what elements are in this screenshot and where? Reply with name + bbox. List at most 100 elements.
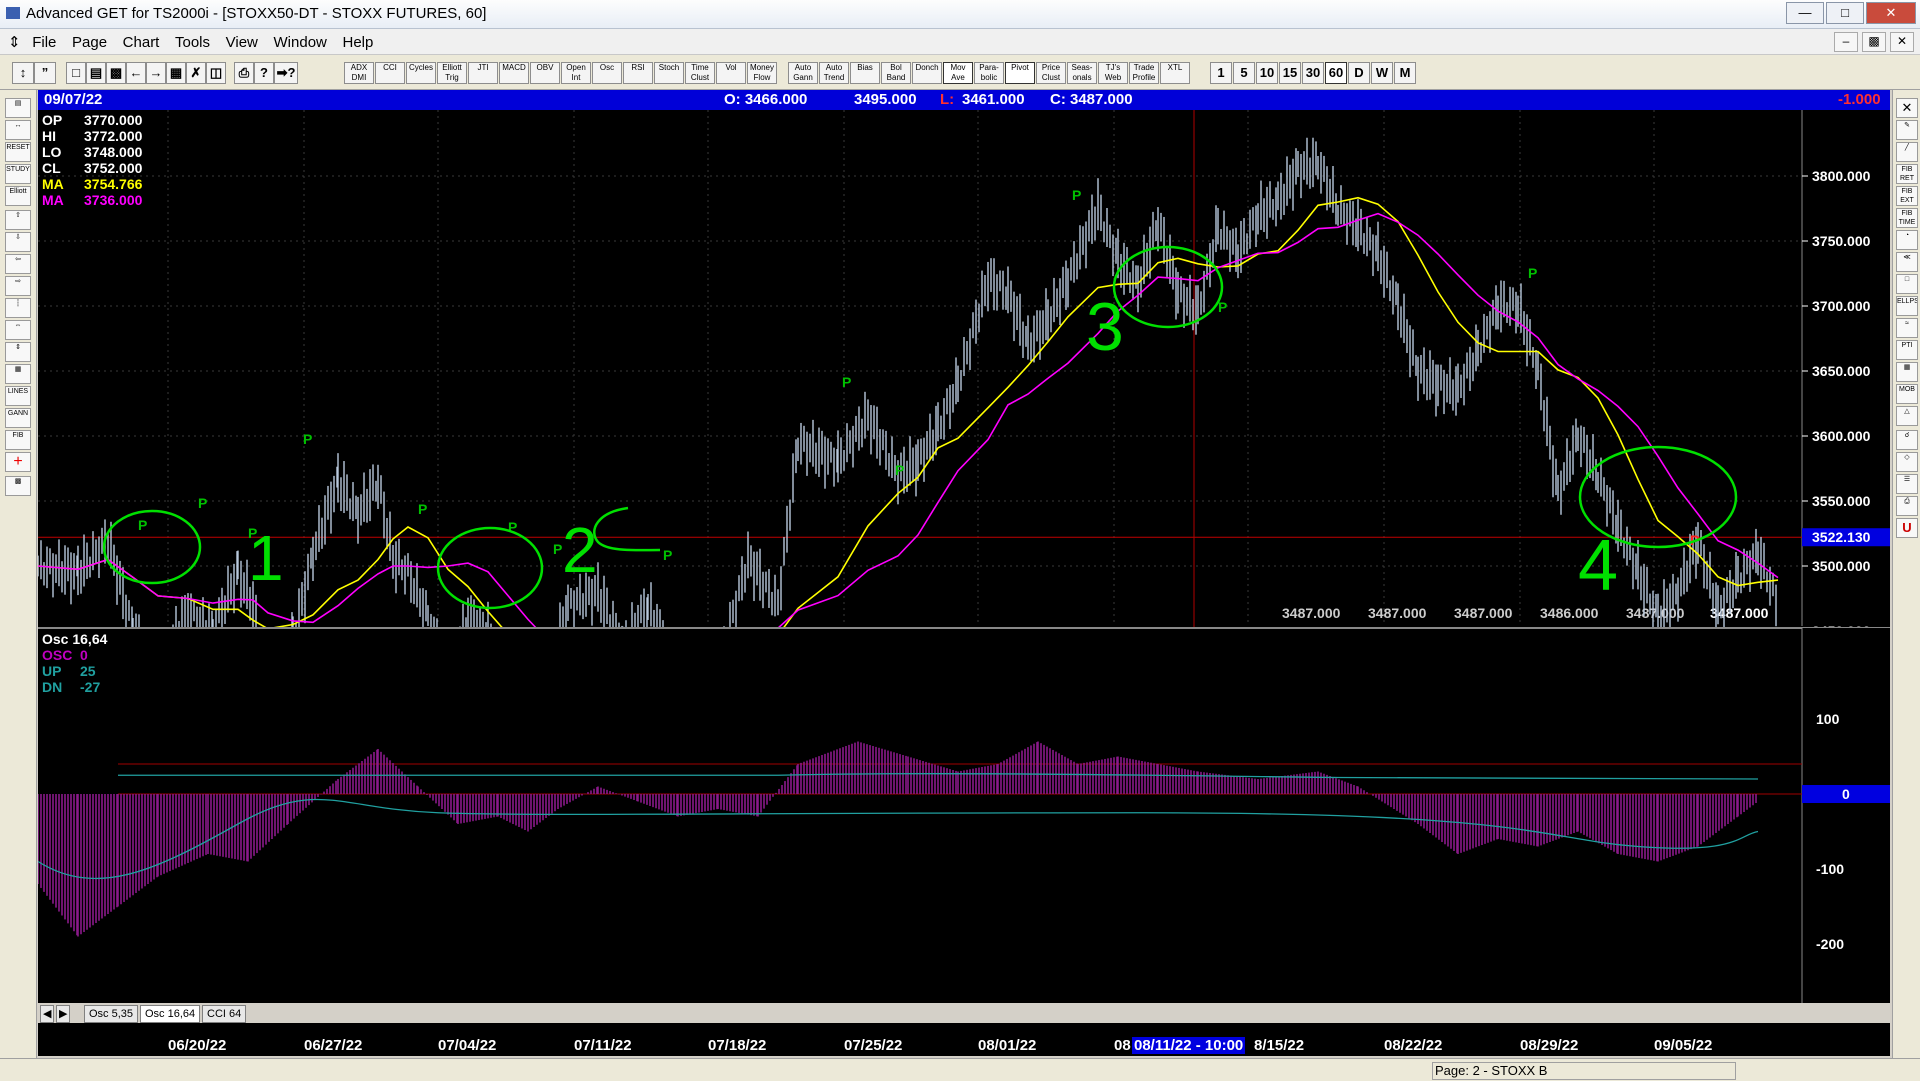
- oscillator-panel[interactable]: [38, 628, 1890, 1022]
- pti-icon[interactable]: PTI: [1896, 340, 1918, 360]
- tag-icon[interactable]: ◇: [1896, 452, 1918, 472]
- overlay-button[interactable]: Trade Profile: [1129, 62, 1159, 84]
- study-icon[interactable]: STUDY: [5, 164, 31, 184]
- overlay-button[interactable]: Bol Band: [881, 62, 911, 84]
- new-page-button[interactable]: □: [66, 62, 86, 84]
- palette-icon[interactable]: ▩: [5, 476, 31, 496]
- elliott-icon[interactable]: Elliott: [5, 186, 31, 206]
- menu-file[interactable]: File: [26, 30, 62, 55]
- overlay-button[interactable]: Price Clust: [1036, 62, 1066, 84]
- tab-cci-64[interactable]: CCI 64: [202, 1005, 247, 1023]
- tab-scroll-left-icon[interactable]: ◀: [40, 1005, 54, 1023]
- menu-page[interactable]: Page: [66, 30, 113, 55]
- layout-button[interactable]: ◫: [206, 62, 226, 84]
- indicator-button[interactable]: Osc: [592, 62, 622, 84]
- fib-time-icon[interactable]: FIB TIME: [1896, 208, 1918, 228]
- gann-icon[interactable]: GANN: [5, 408, 31, 428]
- interval-button[interactable]: M: [1394, 62, 1416, 84]
- indicator-button[interactable]: JTI: [468, 62, 498, 84]
- lines-icon[interactable]: LINES: [5, 386, 31, 406]
- interval-button[interactable]: 60: [1325, 62, 1347, 84]
- forward-button[interactable]: →: [146, 62, 166, 84]
- mob-icon[interactable]: MOB: [1896, 384, 1918, 404]
- menu-help[interactable]: Help: [337, 30, 380, 55]
- indicator-button[interactable]: RSI: [623, 62, 653, 84]
- cut-button[interactable]: ✗: [186, 62, 206, 84]
- menu-view[interactable]: View: [220, 30, 264, 55]
- wave-icon[interactable]: ≈: [1896, 318, 1918, 338]
- tab-scroll-right-icon[interactable]: ▶: [56, 1005, 70, 1023]
- fan-icon[interactable]: ≪: [1896, 252, 1918, 272]
- overlay-button[interactable]: Mov Ave: [943, 62, 973, 84]
- magnifier-icon[interactable]: ☌: [1896, 430, 1918, 450]
- grid-icon[interactable]: ▦: [5, 364, 31, 384]
- ellipse-icon[interactable]: ELLPS: [1896, 296, 1918, 316]
- indicator-button[interactable]: Cycles: [406, 62, 436, 84]
- overlay-button[interactable]: Para- bolic: [974, 62, 1004, 84]
- indicator-button[interactable]: Time Clust: [685, 62, 715, 84]
- menu-window[interactable]: Window: [268, 30, 333, 55]
- tab-osc-16-64[interactable]: Osc 16,64: [140, 1005, 201, 1023]
- arrow-up-icon[interactable]: ⇧: [5, 210, 31, 230]
- pointer-tool-button[interactable]: ↕: [12, 62, 34, 84]
- interval-button[interactable]: D: [1348, 62, 1370, 84]
- grid-button[interactable]: ▦: [166, 62, 186, 84]
- overlay-button[interactable]: Seas- onals: [1067, 62, 1097, 84]
- close-tool-icon[interactable]: ✕: [1896, 98, 1918, 118]
- menu-chart[interactable]: Chart: [117, 30, 166, 55]
- maximize-button[interactable]: □: [1826, 2, 1864, 24]
- fib-ext-icon[interactable]: FIB EXT: [1896, 186, 1918, 206]
- interval-button[interactable]: 5: [1233, 62, 1255, 84]
- overlay-button[interactable]: Pivot: [1005, 62, 1035, 84]
- open-button[interactable]: ▤: [86, 62, 106, 84]
- arrow-down-icon[interactable]: ⇩: [5, 232, 31, 252]
- save-button[interactable]: ▩: [106, 62, 126, 84]
- arc-icon[interactable]: ◔: [1896, 230, 1918, 250]
- mdi-minimize-button[interactable]: –: [1834, 32, 1858, 52]
- overlay-button[interactable]: XTL: [1160, 62, 1190, 84]
- back-button[interactable]: ←: [126, 62, 146, 84]
- overlay-button[interactable]: Auto Trend: [819, 62, 849, 84]
- menu-tools[interactable]: Tools: [169, 30, 216, 55]
- interval-button[interactable]: W: [1371, 62, 1393, 84]
- u-icon[interactable]: U: [1896, 518, 1918, 538]
- close-button[interactable]: ✕: [1866, 2, 1916, 24]
- interval-button[interactable]: 1: [1210, 62, 1232, 84]
- zoom-tool-icon[interactable]: ↔: [5, 120, 31, 140]
- table-icon[interactable]: ▦: [1896, 362, 1918, 382]
- overlay-button[interactable]: Bias: [850, 62, 880, 84]
- arrow-right-icon[interactable]: ⇨: [5, 276, 31, 296]
- quote-tool-button[interactable]: ”: [34, 62, 56, 84]
- indicator-button[interactable]: CCI: [375, 62, 405, 84]
- reset-icon[interactable]: RESET: [5, 142, 31, 162]
- overlay-button[interactable]: Donch: [912, 62, 942, 84]
- triangle-icon[interactable]: △: [1896, 406, 1918, 426]
- indicator-button[interactable]: ADX DMI: [344, 62, 374, 84]
- mdi-restore-button[interactable]: ▩: [1862, 32, 1886, 52]
- arrow-left-icon[interactable]: ⇦: [5, 254, 31, 274]
- indicator-button[interactable]: MACD: [499, 62, 529, 84]
- overlay-button[interactable]: Auto Gann: [788, 62, 818, 84]
- overlay-button[interactable]: TJ's Web: [1098, 62, 1128, 84]
- print-button[interactable]: ⎙: [234, 62, 254, 84]
- indicator-button[interactable]: Vol: [716, 62, 746, 84]
- interval-button[interactable]: 30: [1302, 62, 1324, 84]
- open-file-icon[interactable]: ▤: [5, 98, 31, 118]
- indicator-button[interactable]: OBV: [530, 62, 560, 84]
- interval-button[interactable]: 15: [1279, 62, 1301, 84]
- price-chart[interactable]: 3800.000 3750.000 3700.000 3650.000 3600.000…: [38, 110, 1890, 1022]
- tab-osc-5-35[interactable]: Osc 5,35: [84, 1005, 139, 1023]
- box-icon[interactable]: □: [1896, 274, 1918, 294]
- pencil-icon[interactable]: ✎: [1896, 120, 1918, 140]
- indicator-button[interactable]: Stoch: [654, 62, 684, 84]
- chart-window[interactable]: 09/07/22 O: 3466.000 3495.000 L: 3461.00…: [38, 90, 1890, 1056]
- compress-icon[interactable]: ⇕: [5, 342, 31, 362]
- context-help-button[interactable]: ➡?: [274, 62, 298, 84]
- expand-icon[interactable]: ⇔: [5, 320, 31, 340]
- help-button[interactable]: ?: [254, 62, 274, 84]
- bars-icon[interactable]: ┆: [5, 298, 31, 318]
- list-icon[interactable]: ☰: [1896, 474, 1918, 494]
- indicator-button[interactable]: Open Int: [561, 62, 591, 84]
- fib-icon[interactable]: FIB: [5, 430, 31, 450]
- line-tool-icon[interactable]: ╱: [1896, 142, 1918, 162]
